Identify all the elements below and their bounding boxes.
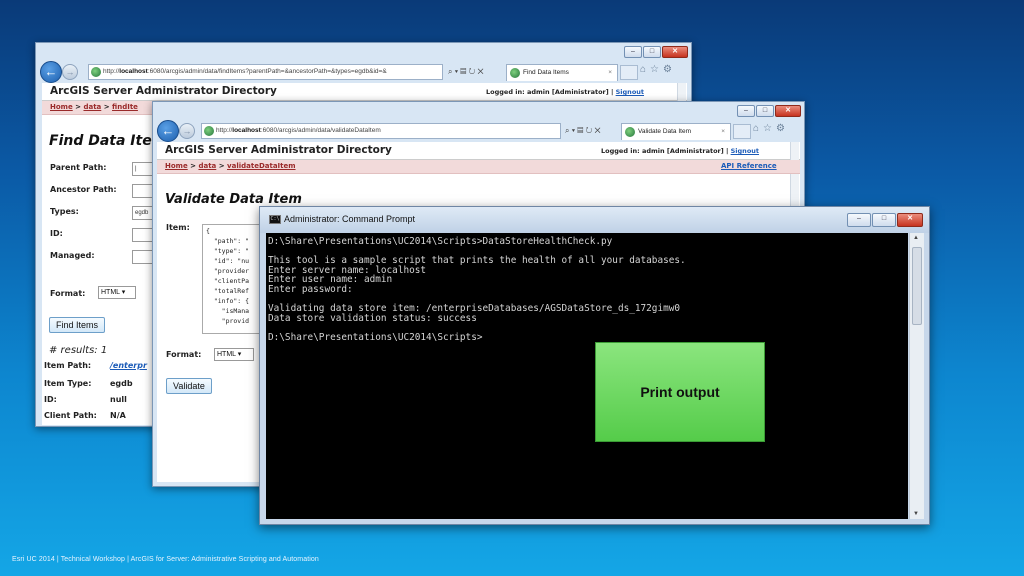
minimize-button[interactable]: – <box>847 213 871 227</box>
item-label: Item: <box>166 223 190 232</box>
result-label-id: ID: <box>44 395 57 404</box>
breadcrumb: Home > data > validateDataItem API Refer… <box>157 160 800 174</box>
breadcrumb-home[interactable]: Home <box>165 162 188 170</box>
console-line: D:\Share\Presentations\UC2014\Scripts>Da… <box>268 236 613 247</box>
result-label-item-type: Item Type: <box>44 379 92 388</box>
minimize-button[interactable]: – <box>624 46 642 58</box>
console-line: Enter user name: admin <box>268 274 393 286</box>
results-count: # results: 1 <box>49 345 108 356</box>
back-icon[interactable]: ← <box>40 61 62 83</box>
site-header: ArcGIS Server Administrator Directory Lo… <box>42 83 687 101</box>
tab-close-icon[interactable]: × <box>608 65 612 81</box>
format-select[interactable]: HTML ▾ <box>98 286 136 299</box>
api-reference-link[interactable]: API Reference <box>721 162 777 170</box>
forward-icon[interactable]: → <box>62 64 78 80</box>
window-caption: – □ ✕ <box>36 43 691 61</box>
result-value-item-type: egdb <box>110 379 133 388</box>
console-line: D:\Share\Presentations\UC2014\Scripts> <box>268 331 483 343</box>
maximize-button[interactable]: □ <box>872 213 896 227</box>
scrollbar-thumb[interactable] <box>912 247 922 325</box>
new-tab-button[interactable] <box>620 65 638 80</box>
result-value-item-path[interactable]: /enterpr <box>110 361 147 370</box>
validate-button[interactable]: Validate <box>166 378 212 394</box>
page-icon <box>510 68 520 78</box>
result-value-id: null <box>110 395 127 404</box>
maximize-button[interactable]: □ <box>756 105 774 117</box>
console-output[interactable]: D:\Share\Presentations\UC2014\Scripts> Da… <box>266 233 908 519</box>
maximize-button[interactable]: □ <box>643 46 661 58</box>
signout-link[interactable]: Signout <box>731 147 759 155</box>
print-output-callout: Print output <box>595 342 765 442</box>
console-line: Data store validation status: success <box>268 312 477 324</box>
site-title: ArcGIS Server Administrator Directory <box>50 85 277 97</box>
slide-footer: Esri UC 2014 | Technical Workshop | ArcG… <box>12 556 319 563</box>
format-label: Format: <box>50 289 86 298</box>
forward-icon[interactable]: → <box>179 123 195 139</box>
signout-link[interactable]: Signout <box>616 88 644 96</box>
page-title: Validate Data Item <box>165 192 302 207</box>
window-caption: – □ ✕ <box>153 102 804 120</box>
breadcrumb-data[interactable]: data <box>198 162 216 170</box>
console-icon: C:\ <box>269 215 281 224</box>
globe-icon <box>91 67 101 77</box>
toolbar-icons[interactable]: ⌂☆⚙ <box>640 64 676 75</box>
find-items-button[interactable]: Find Items <box>49 317 106 333</box>
address-bar[interactable]: http://localhost:6080/arcgis/admin/data/… <box>201 123 561 139</box>
scroll-up-icon[interactable]: ▲ <box>913 235 919 241</box>
close-button[interactable]: ✕ <box>775 105 801 117</box>
page-title: Find Data Item <box>49 133 167 149</box>
navigation-bar: ← → http://localhost:6080/arcgis/admin/d… <box>36 61 691 83</box>
minimize-button[interactable]: – <box>737 105 755 117</box>
toolbar-icons[interactable]: ⌂☆⚙ <box>753 123 789 134</box>
new-tab-button[interactable] <box>733 124 751 139</box>
breadcrumb-current[interactable]: findIte <box>112 103 138 111</box>
tab-validate-data-item[interactable]: Validate Data Item × <box>621 123 731 140</box>
back-icon[interactable]: ← <box>157 120 179 142</box>
result-label-client-path: Client Path: <box>44 411 97 420</box>
login-status: Logged in: admin [Administrator] | Signo… <box>601 147 760 155</box>
globe-icon <box>204 126 214 136</box>
result-label-item-path: Item Path: <box>44 361 92 370</box>
ancestor-path-label: Ancestor Path: <box>50 185 117 194</box>
parent-path-label: Parent Path: <box>50 163 107 172</box>
format-select[interactable]: HTML ▾ <box>214 348 254 361</box>
close-button[interactable]: ✕ <box>662 46 688 58</box>
types-label: Types: <box>50 207 79 216</box>
result-value-client-path: N/A <box>110 411 126 420</box>
cmd-title: Administrator: Command Prompt <box>284 214 416 224</box>
breadcrumb-data[interactable]: data <box>83 103 101 111</box>
console-line: Enter password: <box>268 283 353 295</box>
site-title: ArcGIS Server Administrator Directory <box>165 144 392 156</box>
address-controls[interactable]: ⌕ ▾ ▤ ↻ ✕ <box>565 123 601 139</box>
console-scrollbar[interactable]: ▲ ▼ <box>909 233 924 519</box>
navigation-bar: ← → http://localhost:6080/arcgis/admin/d… <box>153 120 804 142</box>
id-label: ID: <box>50 229 63 238</box>
login-status: Logged in: admin [Administrator] | Signo… <box>486 88 645 96</box>
address-controls[interactable]: ⌕ ▾ ▤ ↻ ✕ <box>448 64 484 80</box>
breadcrumb-home[interactable]: Home <box>50 103 73 111</box>
tab-find-data-items[interactable]: Find Data Items × <box>506 64 618 81</box>
page-icon <box>625 127 635 137</box>
close-button[interactable]: ✕ <box>897 213 923 227</box>
tab-close-icon[interactable]: × <box>721 124 725 140</box>
scroll-down-icon[interactable]: ▼ <box>913 511 919 517</box>
format-label: Format: <box>166 350 202 359</box>
breadcrumb-current[interactable]: validateDataItem <box>227 162 296 170</box>
address-bar[interactable]: http://localhost:6080/arcgis/admin/data/… <box>88 64 443 80</box>
cmd-title-bar: C:\ Administrator: Command Prompt – □ ✕ <box>260 207 929 233</box>
managed-label: Managed: <box>50 251 95 260</box>
site-header: ArcGIS Server Administrator Directory Lo… <box>157 142 800 160</box>
